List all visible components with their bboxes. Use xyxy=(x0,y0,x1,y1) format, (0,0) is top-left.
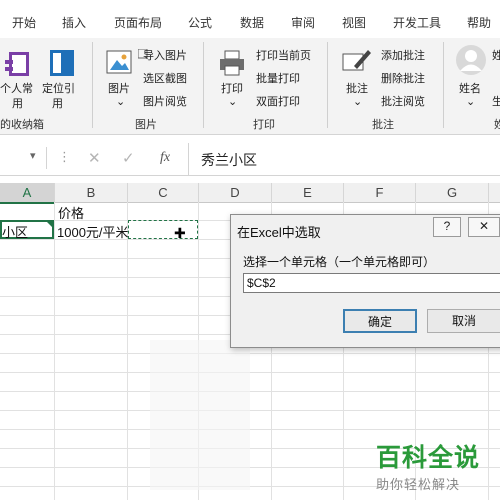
tab-page-layout[interactable]: 页面布局 xyxy=(114,14,162,31)
group-label-storage: 的收纳箱 xyxy=(0,119,44,131)
ribbon-divider xyxy=(443,42,444,128)
tab-formulas[interactable]: 公式 xyxy=(188,14,212,31)
cell-c2-marching-ants[interactable] xyxy=(128,220,198,239)
dialog-title: 在Excel中选取 xyxy=(237,225,321,240)
locate-button-label-2[interactable]: 用 xyxy=(52,95,63,111)
cancel-icon[interactable]: ✕ xyxy=(88,149,101,167)
picture-icon[interactable] xyxy=(104,48,134,81)
batch-print-button[interactable]: 批量打印 xyxy=(256,70,300,86)
chevron-down-icon[interactable]: ▾ xyxy=(30,149,36,162)
tab-help[interactable]: 帮助 xyxy=(467,14,491,31)
grid-line xyxy=(0,353,500,354)
help-button[interactable]: ? xyxy=(433,217,461,237)
ribbon-tab-bar: 开始 插入 页面布局 公式 数据 审阅 视图 开发工具 帮助 xyxy=(0,0,500,39)
cell-a2-text: 小区 xyxy=(2,225,29,240)
grid-line xyxy=(127,202,128,500)
column-header-e[interactable]: E xyxy=(272,183,344,203)
cell-a2-selected[interactable]: 小区 xyxy=(0,220,54,240)
locate-reference-icon[interactable] xyxy=(47,48,77,81)
column-header-f[interactable]: F xyxy=(344,183,416,203)
column-header-a[interactable]: A xyxy=(0,183,55,204)
ribbon-panel: 个人常 用 定位引 用 的收纳箱 图片 ⌄ 导入图片 选区截图 图片阅览 图片 … xyxy=(0,38,500,135)
watermark-subtitle: 助你轻松解决 xyxy=(376,477,461,492)
column-header-h[interactable] xyxy=(489,183,500,203)
group-label-comment: 批注 xyxy=(372,119,394,131)
grid-line xyxy=(54,202,55,500)
column-header-d[interactable]: D xyxy=(199,183,272,203)
chevron-down-icon[interactable]: ⌄ xyxy=(116,95,125,108)
cell-b1[interactable]: 价格 xyxy=(58,203,84,222)
ribbon-divider xyxy=(327,42,328,128)
comment-button-label[interactable]: 批注 xyxy=(346,80,368,96)
ribbon-divider xyxy=(203,42,204,128)
picture-button-label[interactable]: 图片 xyxy=(108,80,130,96)
ribbon-divider xyxy=(92,42,93,128)
tab-data[interactable]: 数据 xyxy=(240,14,264,31)
tab-insert[interactable]: 插入 xyxy=(62,14,86,31)
watermark-shadow xyxy=(150,340,250,490)
grid-line xyxy=(0,391,500,392)
import-image-button[interactable]: 导入图片 xyxy=(143,47,187,63)
tab-view[interactable]: 视图 xyxy=(342,14,366,31)
print-button-label[interactable]: 打印 xyxy=(221,80,243,96)
group-label-print: 打印 xyxy=(253,119,275,131)
chevron-down-icon[interactable]: ⌄ xyxy=(353,95,362,108)
column-header-b[interactable]: B xyxy=(55,183,128,203)
personal-book-icon[interactable] xyxy=(3,50,33,83)
cell-reference-input[interactable]: $C$2 xyxy=(243,273,500,293)
tab-home[interactable]: 开始 xyxy=(12,14,36,31)
group-label-picture: 图片 xyxy=(135,119,157,131)
watermark-logo: 百科全说 助你轻松解决 xyxy=(376,438,480,493)
close-icon[interactable]: ✕ xyxy=(468,217,500,237)
cell-select-cursor-icon: ✚ xyxy=(174,225,186,241)
region-screenshot-button[interactable]: 选区截图 xyxy=(143,70,187,86)
comment-browse-button[interactable]: 批注阅览 xyxy=(381,93,425,109)
grid-line xyxy=(0,372,500,373)
delete-comment-button[interactable]: 删除批注 xyxy=(381,70,425,86)
chevron-down-icon[interactable]: ⌄ xyxy=(228,95,237,108)
group-label-name: 姓 xyxy=(494,119,500,131)
dialog-prompt: 选择一个单元格（一个单元格即可） xyxy=(243,255,436,269)
confirm-icon[interactable]: ✓ xyxy=(122,149,135,167)
comment-pencil-icon[interactable] xyxy=(340,46,372,81)
tab-review[interactable]: 审阅 xyxy=(291,14,315,31)
comment-indicator-icon xyxy=(47,222,52,227)
tab-developer[interactable]: 开发工具 xyxy=(393,14,441,31)
image-browse-button[interactable]: 图片阅览 xyxy=(143,93,187,109)
more-options-icon: ⋮ xyxy=(58,149,71,164)
person-avatar-icon[interactable] xyxy=(455,44,487,79)
column-header-g[interactable]: G xyxy=(416,183,489,203)
cell-b2[interactable]: 1000元/平米 xyxy=(57,222,129,241)
grid-line xyxy=(0,410,500,411)
formula-input[interactable]: 秀兰小区 xyxy=(201,150,257,170)
add-comment-button[interactable]: 添加批注 xyxy=(381,47,425,63)
select-range-dialog: 在Excel中选取 ? ✕ 选择一个单元格（一个单元格即可） $C$2 确定 取… xyxy=(230,214,500,348)
personal-button-label-2[interactable]: 用 xyxy=(12,95,23,111)
chevron-down-icon[interactable]: ⌄ xyxy=(466,95,475,108)
personal-button-label[interactable]: 个人常 xyxy=(0,80,33,96)
duplex-print-button[interactable]: 双面打印 xyxy=(256,93,300,109)
ok-button[interactable]: 确定 xyxy=(343,309,417,333)
name-option-2[interactable]: 生 xyxy=(492,93,500,109)
column-header-c[interactable]: C xyxy=(128,183,199,203)
name-option-1[interactable]: 姓 xyxy=(492,47,500,63)
cancel-button[interactable]: 取消 xyxy=(427,309,500,333)
name-button-label[interactable]: 姓名 xyxy=(459,80,481,96)
formula-divider xyxy=(188,143,189,175)
print-current-page-button[interactable]: 打印当前页 xyxy=(256,47,311,63)
printer-icon[interactable] xyxy=(217,48,247,81)
grid-line xyxy=(0,429,500,430)
watermark-title: 百科全说 xyxy=(376,444,481,472)
cell-reference-value: $C$2 xyxy=(247,276,276,290)
locate-button-label[interactable]: 定位引 xyxy=(42,80,75,96)
formula-bar: ▾ ⋮ ✕ ✓ fx 秀兰小区 xyxy=(0,143,500,176)
insert-function-icon[interactable]: fx xyxy=(160,150,170,166)
name-box[interactable]: ▾ xyxy=(0,147,47,169)
